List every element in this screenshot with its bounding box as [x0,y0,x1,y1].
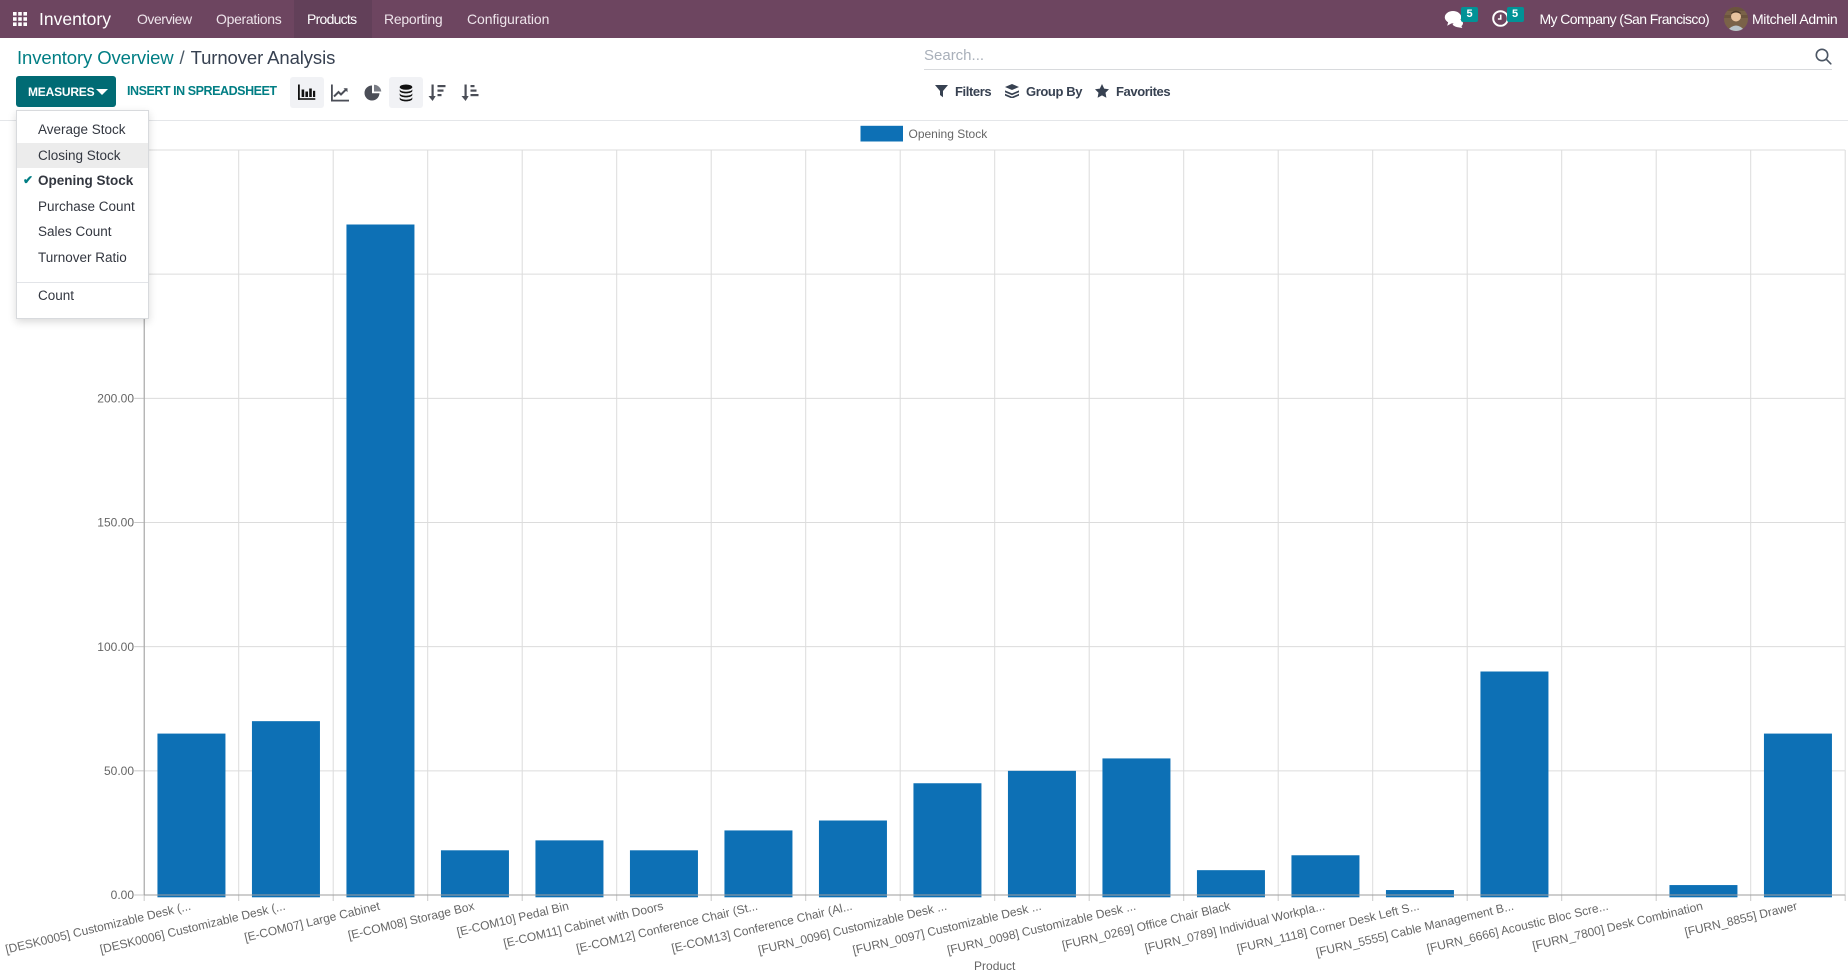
svg-text:Product: Product [974,959,1016,973]
svg-text:50.00: 50.00 [104,764,134,778]
svg-text:Opening Stock: Opening Stock [909,127,989,141]
svg-text:0.00: 0.00 [111,888,135,902]
svg-text:200.00: 200.00 [97,392,134,406]
svg-text:150.00: 150.00 [97,516,134,530]
svg-text:[FURN_7800] Desk Combination: [FURN_7800] Desk Combination [1531,899,1704,953]
svg-text:100.00: 100.00 [97,640,134,654]
